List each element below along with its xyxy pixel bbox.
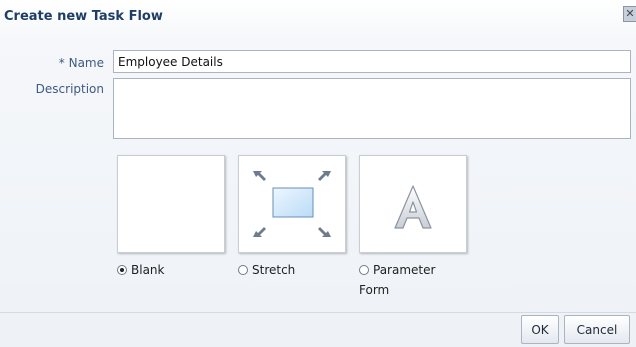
- stretch-layout-card[interactable]: [238, 155, 346, 253]
- footer-divider: [0, 312, 636, 313]
- parameter-form-icon: [394, 185, 432, 229]
- description-label: Description: [35, 82, 104, 96]
- create-task-flow-dialog: Create new Task Flow ✕ * Name Descriptio…: [0, 0, 636, 347]
- name-label: * Name: [4, 56, 104, 70]
- stretch-radio-option[interactable]: Stretch: [238, 263, 295, 277]
- dialog-title: Create new Task Flow: [4, 9, 163, 24]
- blank-layout-card[interactable]: [117, 155, 225, 253]
- required-marker: *: [58, 56, 65, 70]
- parameter-form-radio[interactable]: [359, 265, 369, 275]
- parameter-form-radio-label-line1: Parameter: [373, 263, 436, 277]
- cancel-button[interactable]: Cancel: [564, 315, 630, 344]
- name-label-text: Name: [68, 56, 104, 70]
- blank-radio-label: Blank: [131, 263, 165, 277]
- close-icon[interactable]: ✕: [623, 6, 636, 22]
- description-textarea[interactable]: [113, 78, 631, 139]
- parameter-form-radio-label-line2: Form: [359, 283, 390, 297]
- parameter-form-radio-option[interactable]: Parameter: [359, 263, 435, 277]
- stretch-radio[interactable]: [238, 265, 248, 275]
- parameter-form-layout-card[interactable]: [359, 155, 467, 253]
- name-input[interactable]: [113, 50, 631, 73]
- blank-radio-option[interactable]: Blank: [117, 263, 164, 277]
- dialog-titlebar: Create new Task Flow ✕: [0, 0, 636, 36]
- blank-radio[interactable]: [117, 265, 127, 275]
- stretch-radio-label: Stretch: [252, 263, 296, 277]
- ok-button[interactable]: OK: [521, 315, 559, 344]
- stretch-layout-icon: [253, 171, 331, 237]
